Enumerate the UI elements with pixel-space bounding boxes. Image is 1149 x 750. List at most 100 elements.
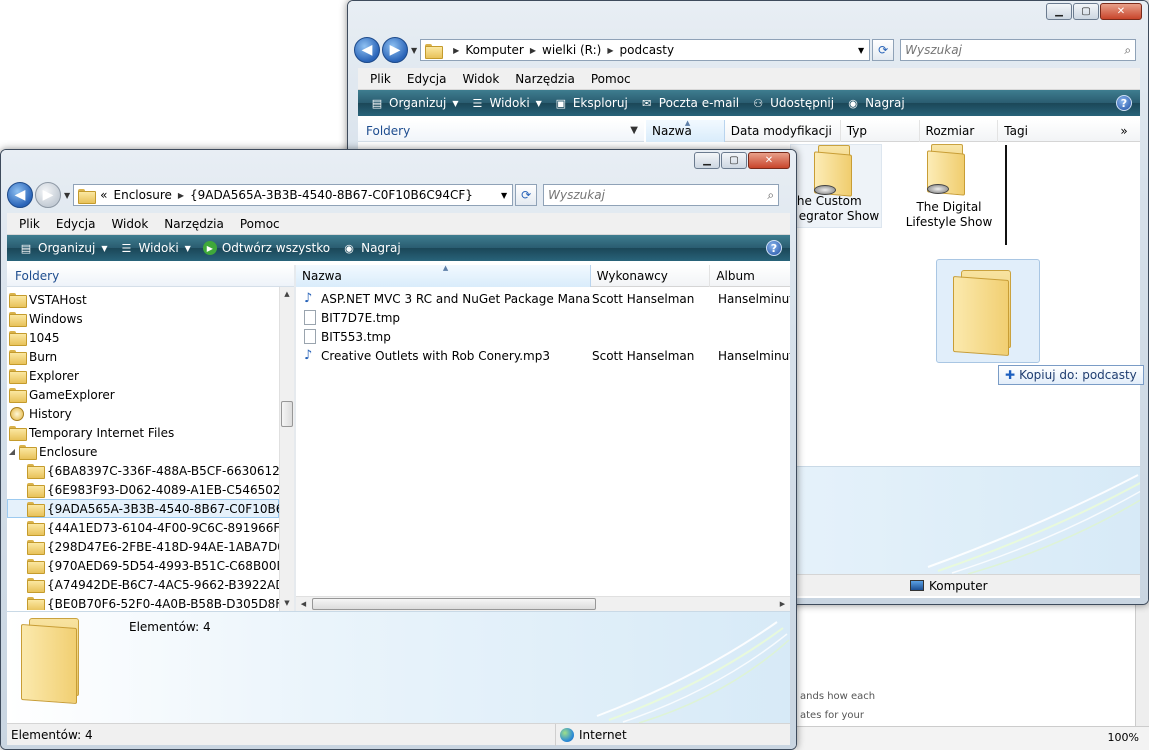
scrollbar-thumb[interactable]: [312, 598, 596, 610]
back-button[interactable]: ◀: [7, 182, 33, 208]
column-header-name[interactable]: ▲ Nazwa: [646, 119, 725, 142]
scrollbar-thumb[interactable]: [281, 401, 293, 427]
search-icon[interactable]: ⌕: [1124, 43, 1131, 58]
organize-button[interactable]: ▤ Organizuj ▼: [13, 241, 113, 255]
minimize-button[interactable]: ▁: [694, 152, 720, 169]
tree-item[interactable]: History: [7, 404, 279, 423]
close-button[interactable]: ✕: [1100, 3, 1142, 20]
search-input[interactable]: [905, 43, 1125, 57]
column-header-artists[interactable]: Wykonawcy: [591, 265, 711, 287]
breadcrumb-chevron-icon[interactable]: ▶: [178, 191, 184, 200]
zoom-level[interactable]: 100%: [1108, 731, 1139, 744]
menu-edit[interactable]: Edycja: [399, 72, 455, 86]
menu-tools[interactable]: Narzędzia: [156, 217, 232, 231]
column-header-tags[interactable]: Tagi: [998, 120, 1112, 142]
folders-pane-header[interactable]: Foldery ▼: [358, 120, 644, 142]
scroll-right-icon[interactable]: ▶: [775, 597, 790, 612]
maximize-button[interactable]: ▢: [721, 152, 747, 169]
expand-arrow-icon[interactable]: ◢: [7, 447, 17, 456]
refresh-button[interactable]: ⟳: [872, 39, 895, 61]
menu-view[interactable]: Widok: [454, 72, 507, 86]
tree-item-selected[interactable]: {9ADA565A-3B3B-4540-8B67-C0F10B6C94C: [7, 499, 279, 518]
views-button[interactable]: ☰ Widoki ▼: [113, 241, 196, 255]
column-header-size[interactable]: Rozmiar: [920, 120, 999, 142]
breadcrumb-chevron-icon[interactable]: ▶: [530, 46, 536, 55]
column-header-type[interactable]: Typ: [841, 120, 920, 142]
menu-file[interactable]: Plik: [11, 217, 48, 231]
tree-item[interactable]: VSTAHost: [7, 290, 279, 309]
address-dropdown-icon[interactable]: ▼: [853, 46, 869, 55]
file-row[interactable]: BIT553.tmp: [296, 327, 790, 346]
play-all-button[interactable]: ▶ Odtwórz wszystko: [197, 241, 336, 255]
burn-button[interactable]: ◉ Nagraj: [840, 96, 911, 110]
address-bar[interactable]: « Enclosure ▶ {9ADA565A-3B3B-4540-8B67-C…: [73, 184, 514, 206]
file-list-horizontal-scrollbar[interactable]: ◀ ▶: [296, 596, 790, 611]
chevron-down-icon[interactable]: ▼: [630, 125, 638, 136]
tree-item[interactable]: 1045: [7, 328, 279, 347]
forward-button[interactable]: ▶: [35, 182, 61, 208]
menu-tools[interactable]: Narzędzia: [507, 72, 583, 86]
refresh-button[interactable]: ⟳: [515, 184, 538, 206]
menu-help[interactable]: Pomoc: [232, 217, 288, 231]
tree-item[interactable]: {6E983F93-D062-4089-A1EB-C54650293CDE: [7, 480, 279, 499]
share-button[interactable]: ⚇ Udostępnij: [745, 96, 840, 110]
tree-item[interactable]: {44A1ED73-6104-4F00-9C6C-891966FBEDF6: [7, 518, 279, 537]
tree-item[interactable]: {A74942DE-B6C7-4AC5-9662-B3922AD0252: [7, 575, 279, 594]
tree-item[interactable]: {970AED69-5D54-4993-B51C-C68B00DEA91: [7, 556, 279, 575]
column-header-album[interactable]: Album: [710, 265, 790, 287]
tree-item[interactable]: {298D47E6-2FBE-418D-94AE-1ABA7D028AB: [7, 537, 279, 556]
email-button[interactable]: ✉ Poczta e-mail: [634, 96, 745, 110]
organize-button[interactable]: ▤ Organizuj ▼: [364, 96, 464, 110]
explore-button[interactable]: ▣ Eksploruj: [548, 96, 634, 110]
folder-tree-scrollbar[interactable]: ▲ ▼: [279, 287, 294, 611]
file-row[interactable]: ♪ Creative Outlets with Rob Conery.mp3 Sc…: [296, 346, 790, 365]
breadcrumb-item[interactable]: wielki (R:): [542, 43, 601, 57]
background-scrollbar[interactable]: [1135, 600, 1149, 726]
more-columns-icon[interactable]: »: [1112, 120, 1140, 142]
menu-file[interactable]: Plik: [362, 72, 399, 86]
file-row[interactable]: ♪ ASP.NET MVC 3 RC and NuGet Package Mana…: [296, 289, 790, 308]
tree-item[interactable]: Burn: [7, 347, 279, 366]
search-icon[interactable]: ⌕: [767, 188, 774, 203]
tree-item[interactable]: {BE0B70F6-52F0-4A0B-B58B-D305D8F51F43: [7, 594, 279, 610]
tree-item[interactable]: GameExplorer: [7, 385, 279, 404]
recent-pages-chevron-icon[interactable]: ▼: [411, 46, 417, 55]
tree-item[interactable]: ◢ Enclosure: [7, 442, 279, 461]
scroll-left-icon[interactable]: ◀: [296, 597, 311, 612]
address-bar[interactable]: ▶ Komputer ▶ wielki (R:) ▶ podcasty ▼: [420, 39, 871, 61]
search-input[interactable]: [548, 188, 768, 202]
burn-button[interactable]: ◉ Nagraj: [336, 241, 407, 255]
breadcrumb-chevron-icon[interactable]: ▶: [607, 46, 613, 55]
forward-button[interactable]: ▶: [382, 37, 408, 63]
file-row[interactable]: BIT7D7E.tmp: [296, 308, 790, 327]
search-box[interactable]: ⌕: [900, 39, 1137, 61]
scroll-down-icon[interactable]: ▼: [280, 596, 294, 611]
menu-help[interactable]: Pomoc: [583, 72, 639, 86]
recent-pages-chevron-icon[interactable]: ▼: [64, 191, 70, 200]
folders-pane-header[interactable]: Foldery: [7, 265, 294, 287]
maximize-button[interactable]: ▢: [1073, 3, 1099, 20]
tree-item[interactable]: {6BA8397C-336F-488A-B5CF-663061232A9C: [7, 461, 279, 480]
breadcrumb-item[interactable]: Komputer: [465, 43, 524, 57]
minimize-button[interactable]: ▁: [1046, 3, 1072, 20]
address-dropdown-icon[interactable]: ▼: [496, 191, 512, 200]
breadcrumb-item[interactable]: {9ADA565A-3B3B-4540-8B67-C0F10B6C94CF}: [190, 188, 473, 202]
breadcrumb-item[interactable]: podcasty: [620, 43, 675, 57]
menu-view[interactable]: Widok: [103, 217, 156, 231]
back-button[interactable]: ◀: [354, 37, 380, 63]
close-button[interactable]: ✕: [748, 152, 790, 169]
column-header-date[interactable]: Data modyfikacji: [725, 120, 841, 142]
menu-edit[interactable]: Edycja: [48, 217, 104, 231]
breadcrumb-item[interactable]: Enclosure: [114, 188, 172, 202]
tree-item[interactable]: Temporary Internet Files: [7, 423, 279, 442]
tree-item[interactable]: Windows: [7, 309, 279, 328]
tree-item[interactable]: Explorer: [7, 366, 279, 385]
search-box[interactable]: ⌕: [543, 184, 780, 206]
help-icon[interactable]: ?: [766, 240, 782, 256]
help-icon[interactable]: ?: [1116, 95, 1132, 111]
breadcrumb-chevron-icon[interactable]: ▶: [453, 46, 459, 55]
scroll-up-icon[interactable]: ▲: [280, 287, 294, 302]
column-header-name[interactable]: ▲ Nazwa: [296, 264, 591, 287]
folder-tile-digital-lifestyle[interactable]: The Digital Lifestyle Show: [894, 144, 1004, 230]
views-button[interactable]: ☰ Widoki ▼: [464, 96, 547, 110]
